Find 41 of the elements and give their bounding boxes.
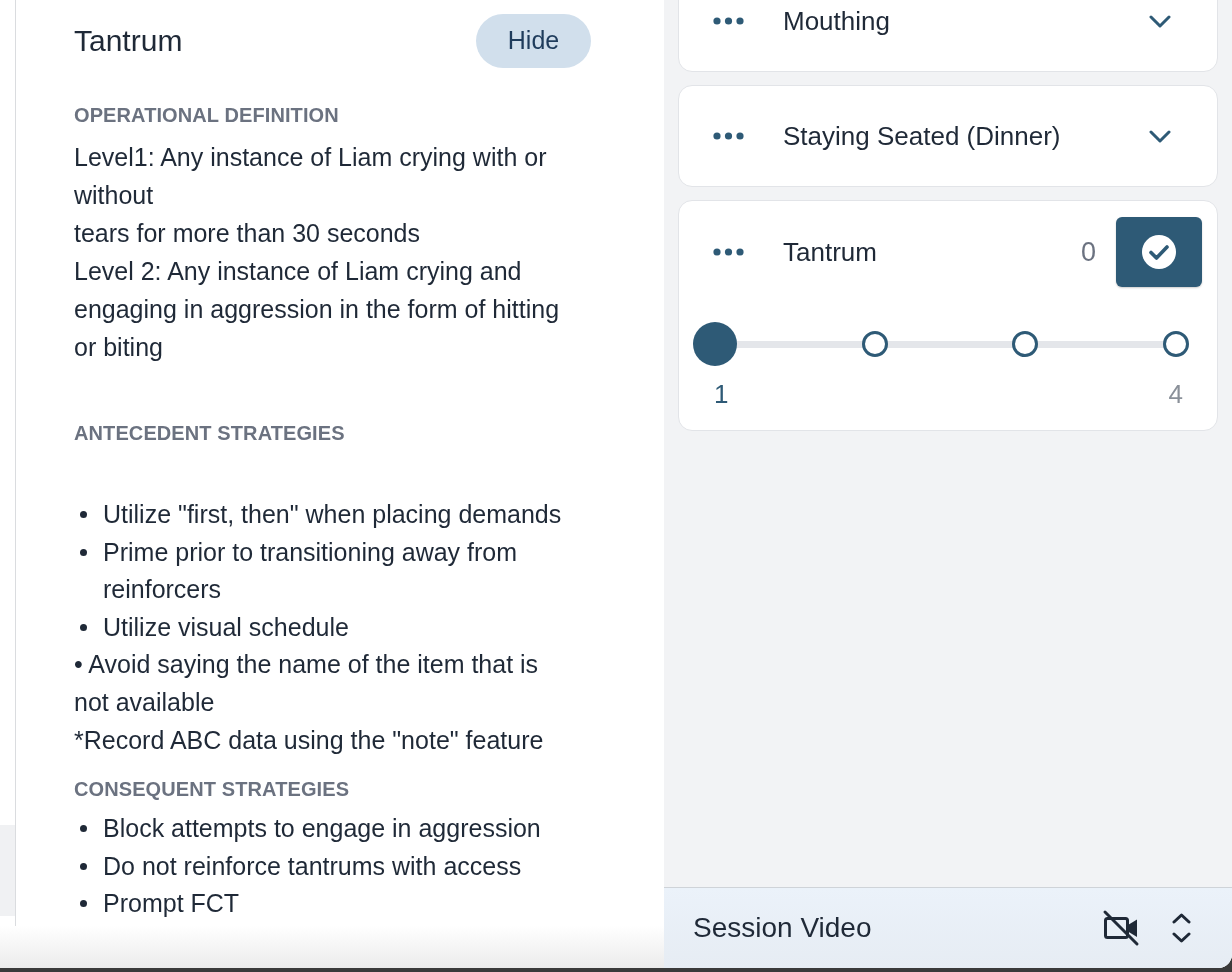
video-off-icon[interactable] xyxy=(1102,909,1140,947)
more-icon[interactable] xyxy=(713,248,744,256)
chevron-down-icon[interactable] xyxy=(1149,14,1171,28)
section-heading: ANTECEDENT STRATEGIES xyxy=(74,421,346,446)
more-icon[interactable] xyxy=(713,17,744,25)
behavior-name: Staying Seated (Dinner) xyxy=(783,119,1062,153)
slider-stop[interactable] xyxy=(1012,331,1039,357)
hide-button[interactable]: Hide xyxy=(476,14,591,68)
bullet-icon xyxy=(80,548,87,556)
bullet-icon xyxy=(80,900,87,908)
bullet-icon xyxy=(80,862,87,870)
section-heading: CONSEQUENT STRATEGIES xyxy=(74,777,351,803)
scale-label: 1 xyxy=(714,379,729,409)
bullet-icon xyxy=(80,511,87,518)
chevron-down-icon[interactable] xyxy=(1149,129,1171,143)
strategy-text: Block attempts to engage in aggression xyxy=(103,813,541,845)
strategy-note: • Avoid saying the name of the item that is not available xyxy=(74,649,540,718)
scale-label: 4 xyxy=(1168,379,1183,409)
confirm-button[interactable] xyxy=(1116,217,1202,287)
behavior-name: Mouthing xyxy=(783,4,891,38)
definition-text: Level1: Any instance of Liam crying with or without tears for more than 30 seconds Level 2: Any instance of Liam crying and engaging in aggression in the form of hitting or biting xyxy=(74,142,561,363)
count-text: 0 xyxy=(1080,235,1096,269)
strategy-text: Prompt FCT xyxy=(103,888,240,920)
slider-stop[interactable] xyxy=(693,322,737,366)
slider-track[interactable] xyxy=(693,322,1189,366)
slider-stop[interactable] xyxy=(861,331,888,357)
strategy-text: Utilize "first, then" when placing demands xyxy=(103,499,562,530)
behavior-name: Tantrum xyxy=(783,235,878,269)
strategy-text: Prime prior to transitioning away from reinforcers xyxy=(103,536,519,606)
chevron-up-down-icon[interactable] xyxy=(1172,912,1191,944)
more-icon[interactable] xyxy=(713,132,744,140)
check-circle-icon xyxy=(1141,234,1177,270)
panel-title: Tantrum xyxy=(74,23,183,59)
bullet-icon xyxy=(80,825,87,833)
strategy-text: Utilize visual schedule xyxy=(103,611,349,643)
slider-stop[interactable] xyxy=(1162,331,1189,357)
strategy-text: Do not reinforce tantrums with access xyxy=(103,850,522,882)
strategy-note: *Record ABC data using the "note" feature xyxy=(74,724,545,756)
session-video-title: Session Video xyxy=(693,911,873,945)
section-heading: OPERATIONAL DEFINITION xyxy=(74,103,340,128)
bullet-icon xyxy=(80,623,87,631)
